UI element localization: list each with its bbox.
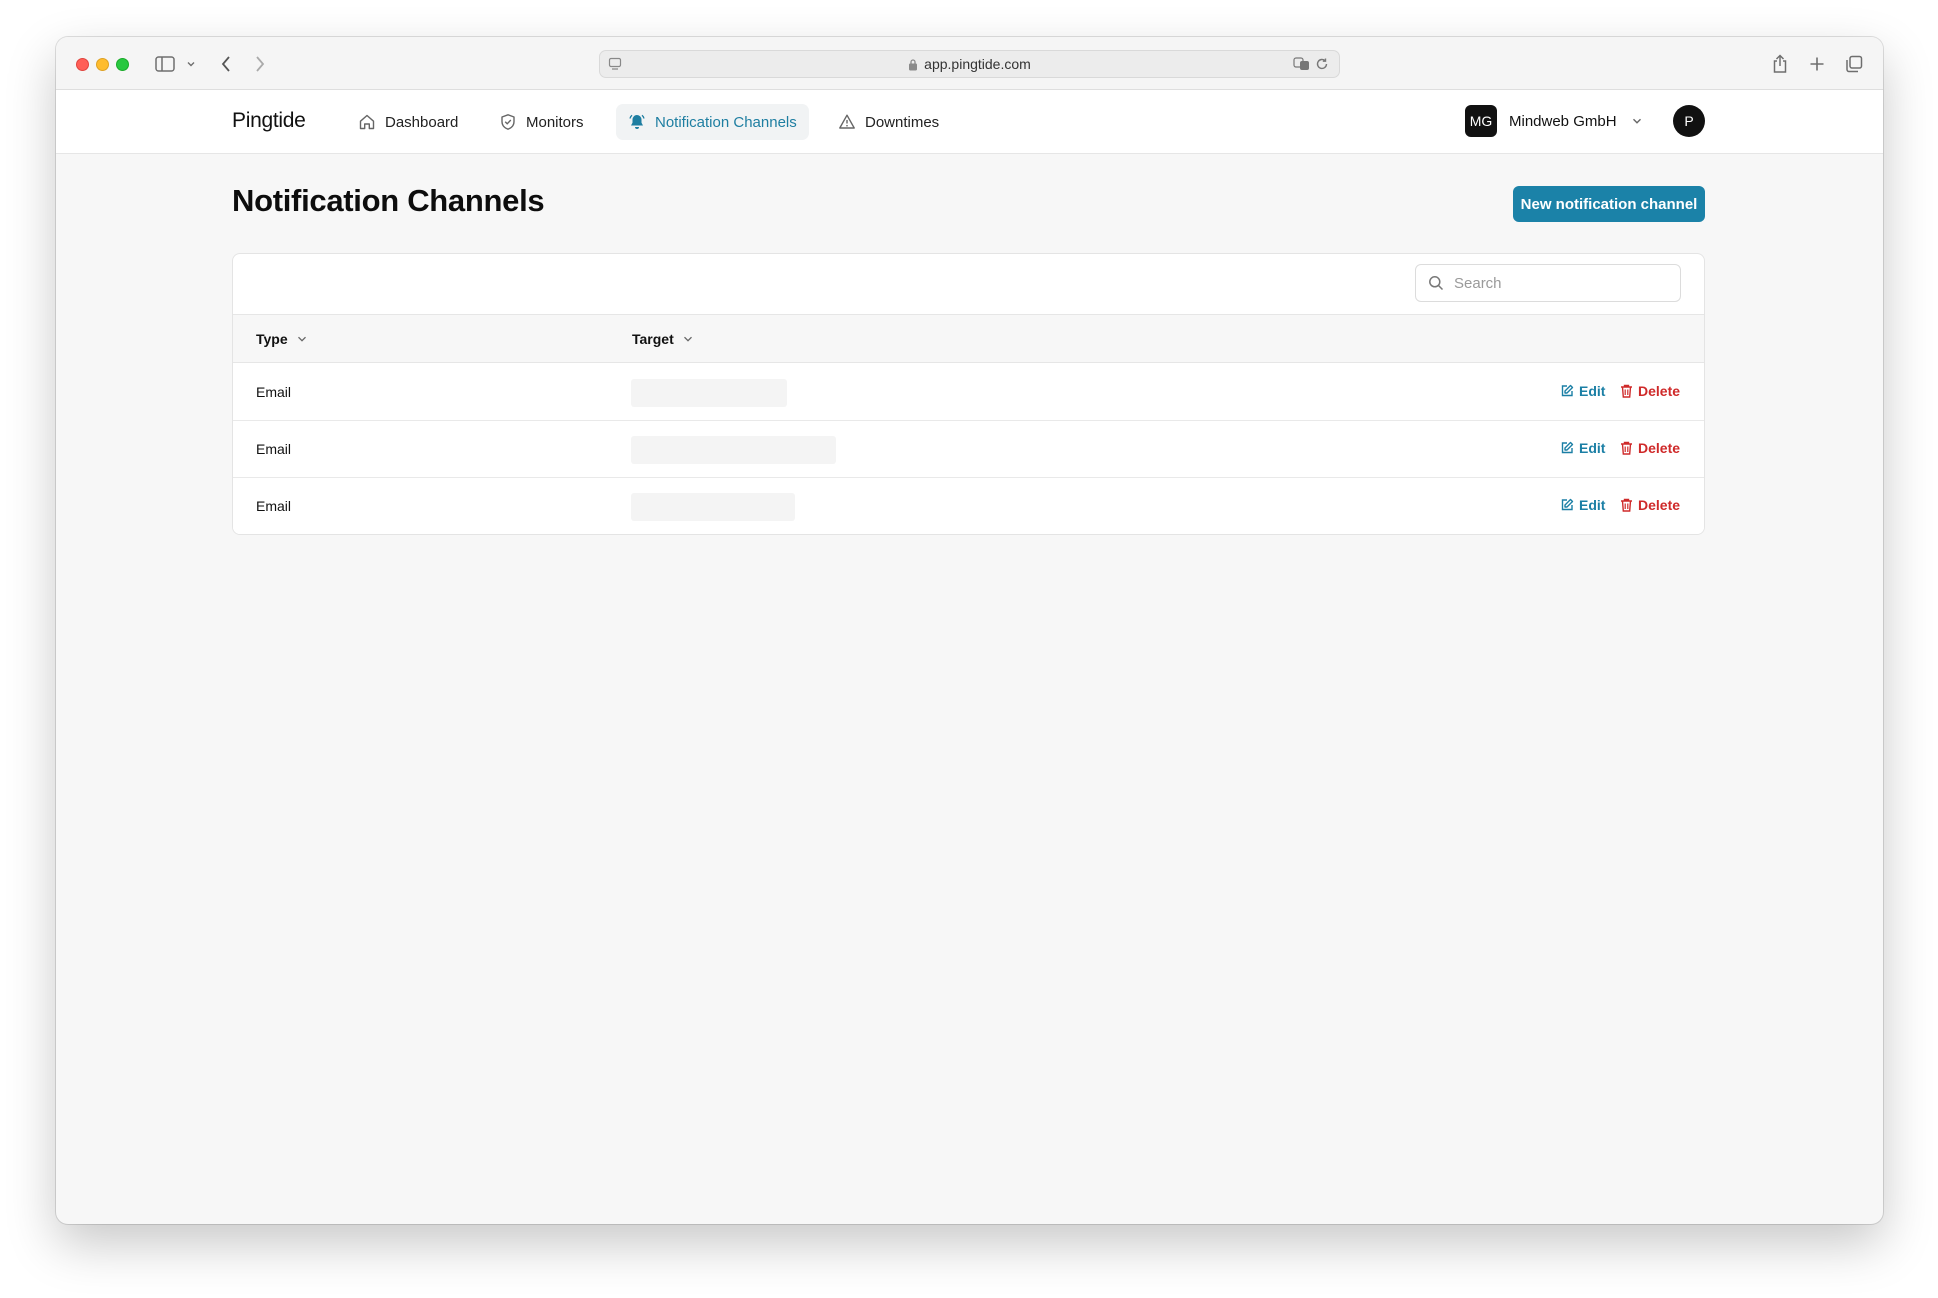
column-header-target[interactable]: Target — [632, 331, 694, 347]
translate-icon[interactable] — [1293, 57, 1311, 74]
delete-label: Delete — [1638, 497, 1681, 513]
cell-type: Email — [256, 441, 292, 457]
page-title: Notification Channels — [232, 183, 545, 218]
zoom-window-button[interactable] — [116, 58, 129, 71]
delete-label: Delete — [1638, 383, 1681, 399]
sort-chevron-icon — [296, 333, 308, 345]
nav-downtimes[interactable]: Downtimes — [826, 104, 951, 140]
tab-overview-icon[interactable] — [1843, 51, 1865, 77]
edit-icon — [1560, 441, 1574, 455]
edit-label: Edit — [1579, 497, 1606, 513]
chevron-down-icon — [1631, 115, 1643, 127]
address-bar[interactable]: app.pingtide.com — [599, 50, 1340, 78]
chevron-down-icon[interactable] — [184, 51, 198, 77]
nav-monitors-label: Monitors — [526, 113, 584, 131]
edit-button[interactable]: Edit — [1560, 383, 1605, 399]
browser-window: app.pingtide.com Pingtide Dashboard Moni… — [56, 37, 1883, 1224]
org-name: Mindweb GmbH — [1509, 112, 1617, 130]
cell-type: Email — [256, 498, 292, 514]
edit-button[interactable]: Edit — [1560, 497, 1605, 513]
edit-label: Edit — [1579, 440, 1606, 456]
cell-type: Email — [256, 384, 292, 400]
edit-icon — [1560, 498, 1574, 512]
nav-downtimes-label: Downtimes — [865, 113, 940, 131]
browser-toolbar: app.pingtide.com — [56, 37, 1883, 90]
edit-label: Edit — [1579, 383, 1606, 399]
column-header-type-label: Type — [256, 331, 288, 347]
warning-triangle-icon — [838, 113, 856, 131]
home-icon — [358, 113, 376, 131]
column-header-type[interactable]: Type — [256, 331, 308, 347]
app-navbar: Pingtide Dashboard Monitors Notification… — [56, 90, 1883, 154]
search-icon — [1428, 275, 1444, 291]
bell-icon — [628, 113, 646, 131]
edit-button[interactable]: Edit — [1560, 440, 1605, 456]
search-field[interactable] — [1415, 264, 1681, 302]
delete-button[interactable]: Delete — [1620, 440, 1680, 456]
edit-icon — [1560, 384, 1574, 398]
nav-dashboard[interactable]: Dashboard — [346, 104, 470, 140]
nav-monitors[interactable]: Monitors — [487, 104, 596, 140]
reload-icon[interactable] — [1315, 57, 1329, 74]
forward-arrow-icon[interactable] — [250, 51, 270, 77]
org-switcher[interactable]: MG Mindweb GmbH — [1465, 104, 1643, 138]
trash-icon — [1620, 441, 1633, 455]
new-notification-channel-button[interactable]: New notification channel — [1513, 186, 1705, 222]
share-icon[interactable] — [1769, 51, 1791, 77]
sort-chevron-icon — [682, 333, 694, 345]
table-row: Email Edit Delete — [233, 364, 1704, 421]
column-header-target-label: Target — [632, 331, 674, 347]
cell-target-redacted — [631, 379, 787, 407]
new-tab-plus-icon[interactable] — [1806, 51, 1828, 77]
trash-icon — [1620, 384, 1633, 398]
page-menu-icon[interactable] — [608, 57, 622, 74]
minimize-window-button[interactable] — [96, 58, 109, 71]
url-text: app.pingtide.com — [924, 56, 1031, 72]
cell-target-redacted — [631, 493, 795, 521]
pingtide-logo[interactable]: Pingtide — [232, 109, 306, 133]
search-input[interactable] — [1454, 274, 1654, 292]
delete-button[interactable]: Delete — [1620, 383, 1680, 399]
nav-notification-channels-label: Notification Channels — [655, 113, 797, 131]
channels-table-card: Type Target Email Edit — [232, 253, 1705, 535]
user-avatar[interactable]: P — [1673, 105, 1705, 137]
table-row: Email Edit Delete — [233, 478, 1704, 534]
sidebar-toggle-icon[interactable] — [152, 51, 178, 77]
back-arrow-icon[interactable] — [216, 51, 236, 77]
cell-target-redacted — [631, 436, 836, 464]
org-avatar: MG — [1465, 105, 1497, 137]
table-header: Type Target — [233, 314, 1704, 363]
lock-icon — [908, 58, 918, 71]
nav-dashboard-label: Dashboard — [385, 113, 459, 131]
nav-notification-channels[interactable]: Notification Channels — [616, 104, 809, 140]
delete-button[interactable]: Delete — [1620, 497, 1680, 513]
table-row: Email Edit Delete — [233, 421, 1704, 478]
delete-label: Delete — [1638, 440, 1681, 456]
close-window-button[interactable] — [76, 58, 89, 71]
shield-check-icon — [499, 113, 517, 131]
trash-icon — [1620, 498, 1633, 512]
